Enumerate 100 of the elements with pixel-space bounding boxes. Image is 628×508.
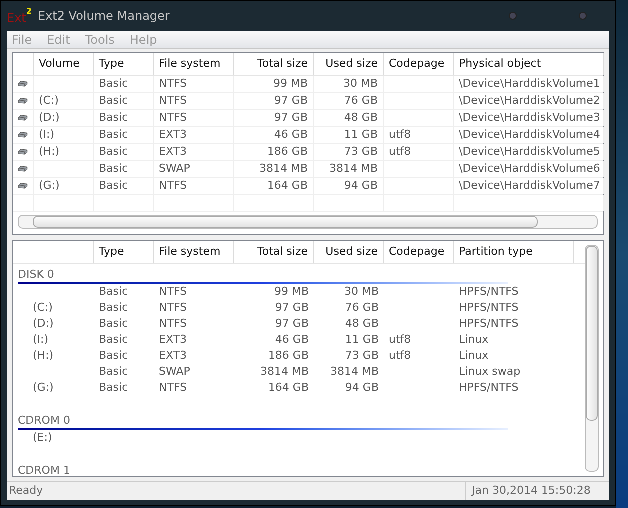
table-cell-text: 164 GB: [267, 178, 308, 194]
column-header[interactable]: Used size: [326, 56, 378, 72]
window-control-icon[interactable]: [579, 12, 587, 20]
table-cell-text: Basic: [99, 178, 128, 194]
group-heading: CDROM 1: [18, 465, 70, 476]
horizontal-scrollbar[interactable]: [18, 215, 598, 229]
table-cell-text: (G:): [33, 380, 54, 396]
status-time: Jan 30,2014 15:50:28: [472, 482, 591, 499]
table-cell-text: 94 GB: [344, 178, 378, 194]
table-cell-text: 46 GB: [275, 332, 309, 348]
table-cell-text: 73 GB: [344, 144, 378, 160]
table-cell-text: SWAP: [159, 364, 190, 380]
table-cell-text: (C:): [33, 300, 53, 316]
table-cell-text: 76 GB: [344, 92, 378, 109]
table-cell-text: 186 GB: [267, 144, 308, 160]
table-cell-text: EXT3: [159, 332, 188, 348]
table-cell-text: NTFS: [159, 178, 188, 194]
table-cell-text: 73 GB: [345, 348, 379, 364]
table-cell-text: 164 GB: [268, 380, 309, 396]
hard-drive-icon: [18, 96, 28, 106]
table-cell-text: SWAP: [159, 160, 190, 177]
table-cell-text: NTFS: [159, 300, 188, 316]
column-header[interactable]: Total size: [257, 56, 308, 72]
table-cell-text: Basic: [99, 316, 128, 332]
table-cell-text: utf8: [389, 332, 412, 348]
table-cell-text: \Device\HarddiskVolume3: [459, 110, 600, 126]
group-heading: DISK 0: [18, 269, 54, 280]
table-cell-text: (G:): [39, 178, 60, 194]
column-header[interactable]: Partition type: [459, 244, 533, 260]
table-cell-text: (H:): [39, 144, 60, 160]
table-cell-text: 3814 MB: [260, 364, 309, 380]
table-cell-text: 11 GB: [345, 332, 379, 348]
table-cell-text: HPFS/NTFS: [459, 284, 519, 300]
table-cell-text: 3814 MB: [259, 160, 308, 177]
group-heading: CDROM 0: [18, 415, 70, 426]
table-cell-text: Basic: [99, 300, 128, 316]
table-cell-text: NTFS: [159, 92, 188, 109]
table-cell-text: 11 GB: [344, 126, 378, 143]
table-cell-text: utf8: [389, 126, 412, 143]
table-cell-text: (I:): [33, 332, 49, 348]
table-cell-text: HPFS/NTFS: [459, 316, 519, 332]
table-cell-text: (H:): [33, 348, 54, 364]
hard-drive-icon: [18, 79, 28, 89]
table-cell-text: 97 GB: [275, 300, 309, 316]
table-cell-text: 48 GB: [345, 316, 379, 332]
table-cell-text: 186 GB: [268, 348, 309, 364]
table-cell-text: 46 GB: [274, 126, 308, 143]
table-cell-text: Linux swap: [459, 364, 521, 380]
hard-drive-icon: [18, 130, 28, 140]
table-cell-text: (I:): [39, 126, 55, 143]
table-cell-text: 94 GB: [345, 380, 379, 396]
table-cell-text: EXT3: [159, 144, 188, 160]
column-header[interactable]: Codepage: [389, 244, 445, 260]
column-header[interactable]: Total size: [257, 244, 308, 260]
table-cell-text: 48 GB: [344, 110, 378, 126]
scrollbar-thumb[interactable]: [33, 216, 538, 228]
table-cell-text: 76 GB: [345, 300, 379, 316]
window-control-icon[interactable]: [509, 12, 517, 20]
table-cell-text: utf8: [389, 144, 412, 160]
table-cell-text: (E:): [33, 430, 52, 446]
column-header[interactable]: File system: [159, 56, 221, 72]
table-cell-text: NTFS: [159, 284, 188, 300]
table-cell-text: HPFS/NTFS: [459, 300, 519, 316]
table-cell-text: \Device\HarddiskVolume6: [459, 160, 600, 177]
table-cell-text: \Device\HarddiskVolume7: [459, 178, 600, 194]
hard-drive-icon: [18, 147, 28, 157]
column-header[interactable]: Volume: [39, 56, 80, 72]
table-cell-text: NTFS: [159, 316, 188, 332]
table-cell-text: HPFS/NTFS: [459, 380, 519, 396]
hard-drive-icon: [18, 113, 28, 123]
table-cell-text: \Device\HarddiskVolume4: [459, 126, 600, 143]
table-cell-text: Basic: [99, 92, 128, 109]
scrollbar-thumb[interactable]: [586, 246, 598, 421]
column-header[interactable]: Used size: [326, 244, 378, 260]
table-cell-text: EXT3: [159, 126, 188, 143]
table-cell-text: EXT3: [159, 348, 188, 364]
vertical-scrollbar[interactable]: [585, 245, 599, 472]
table-cell-text: Basic: [99, 126, 128, 143]
table-cell-text: Basic: [99, 332, 128, 348]
table-cell-text: NTFS: [159, 380, 188, 396]
hard-drive-icon: [18, 164, 28, 174]
table-cell-text: 97 GB: [275, 316, 309, 332]
table-cell-text: 97 GB: [274, 110, 308, 126]
table-cell-text: Basic: [99, 348, 128, 364]
column-header[interactable]: File system: [159, 244, 221, 260]
table-cell-text: 97 GB: [274, 92, 308, 109]
column-header[interactable]: Type: [99, 56, 124, 72]
table-cell-text: (C:): [39, 92, 59, 109]
hard-drive-icon: [18, 181, 28, 191]
table-cell-text: (D:): [39, 110, 60, 126]
column-header[interactable]: Type: [99, 244, 124, 260]
column-header[interactable]: Codepage: [389, 56, 445, 72]
column-header[interactable]: Physical object: [459, 56, 542, 72]
table-cell-text: Basic: [99, 284, 128, 300]
table-cell-text: 30 MB: [344, 284, 379, 300]
status-text: Ready: [9, 482, 44, 499]
table-cell-text: utf8: [389, 348, 412, 364]
table-cell-text: Basic: [99, 160, 128, 177]
table-cell-text: \Device\HarddiskVolume1: [459, 76, 600, 92]
table-cell-text: Basic: [99, 76, 128, 92]
